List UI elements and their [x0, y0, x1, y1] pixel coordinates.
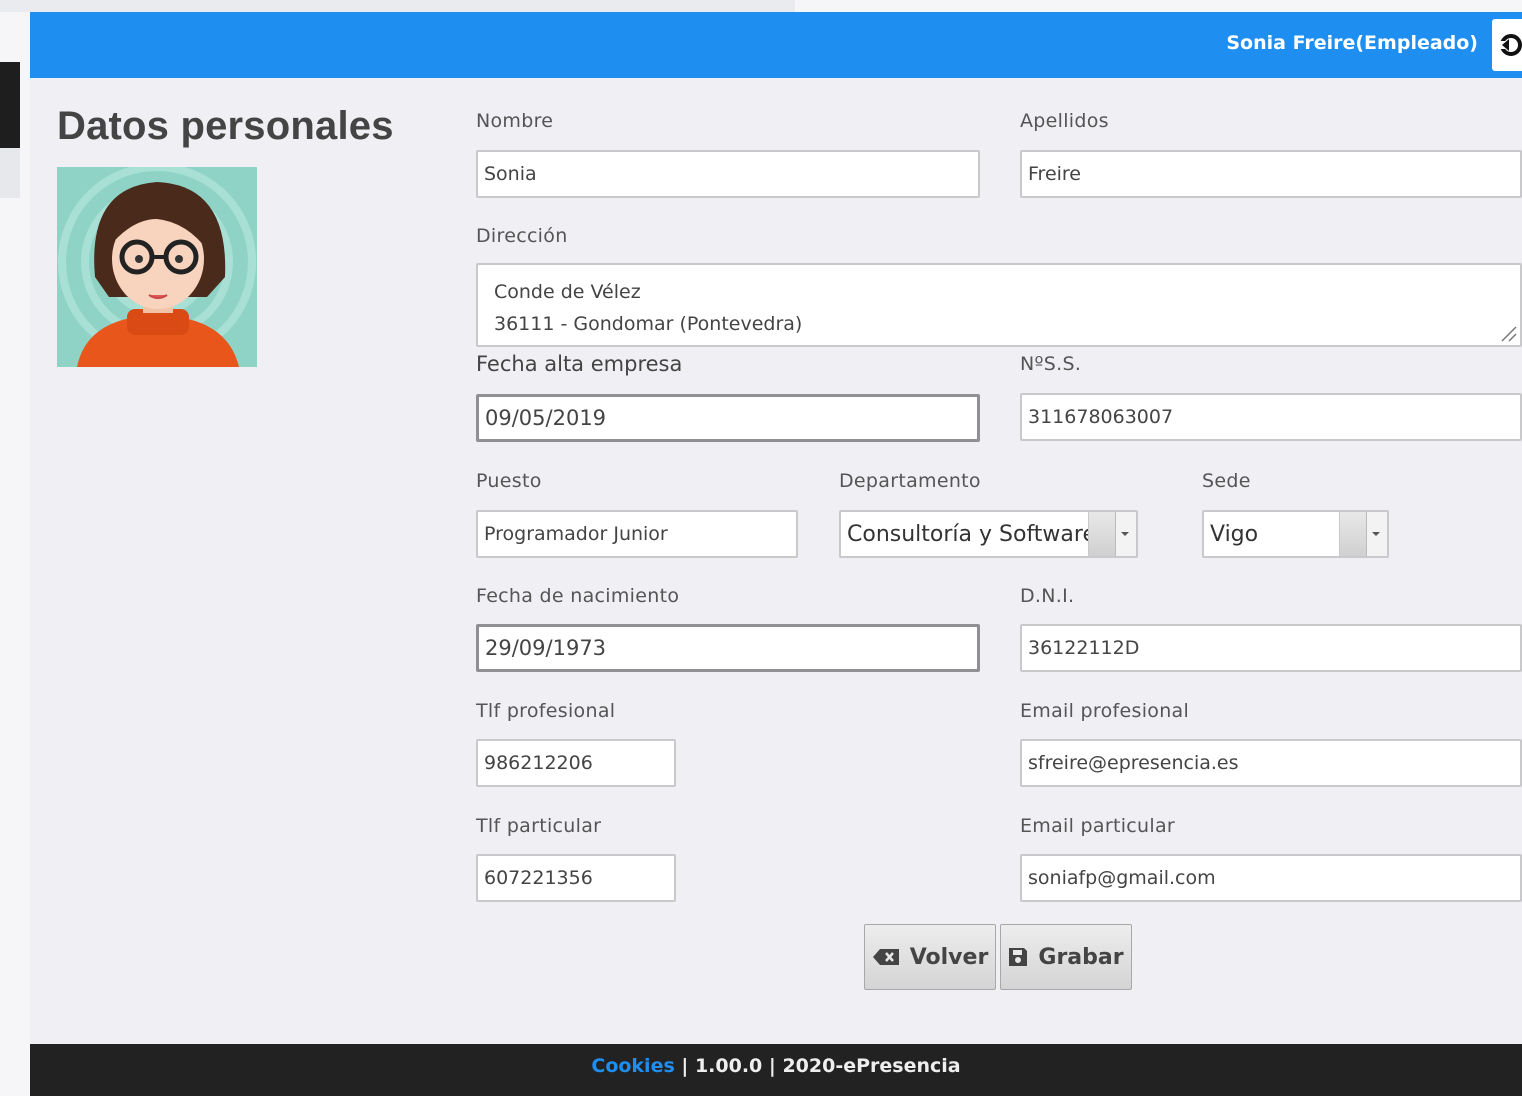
departamento-value: Consultoría y Software: [847, 521, 1088, 547]
grabar-button[interactable]: Grabar: [1000, 924, 1132, 990]
app-window: Sonia Freire(Empleado) Datos personales: [30, 12, 1522, 1096]
grabar-label: Grabar: [1038, 944, 1124, 970]
tlf-profesional-label: Tlf profesional: [476, 700, 616, 722]
top-bar: Sonia Freire(Empleado): [30, 12, 1522, 78]
tlf-particular-label: Tlf particular: [476, 815, 602, 837]
sede-label: Sede: [1202, 470, 1251, 492]
email-particular-input[interactable]: [1020, 854, 1522, 902]
cookies-link[interactable]: Cookies: [591, 1055, 674, 1077]
logout-button[interactable]: [1492, 19, 1522, 71]
direccion-line-1: Conde de Vélez: [494, 281, 641, 303]
nombre-input[interactable]: [476, 150, 980, 198]
avatar: [57, 167, 257, 367]
direccion-textarea[interactable]: Conde de Vélez 36111 - Gondomar (Ponteve…: [476, 263, 1522, 347]
nss-input[interactable]: [1020, 393, 1522, 441]
nombre-label: Nombre: [476, 110, 554, 132]
puesto-input[interactable]: [476, 510, 798, 558]
page-title: Datos personales: [57, 104, 394, 148]
tlf-profesional-input[interactable]: [476, 739, 676, 787]
tlf-particular-input[interactable]: [476, 854, 676, 902]
sede-value: Vigo: [1210, 521, 1259, 547]
background-panel: [0, 148, 20, 198]
logout-icon: [1500, 34, 1522, 56]
footer: Cookies | 1.00.0 | 2020-ePresencia: [30, 1044, 1522, 1096]
departamento-select[interactable]: Consultoría y Software: [839, 510, 1138, 558]
save-icon: [1009, 948, 1028, 966]
select-shade: [1339, 512, 1366, 556]
email-profesional-input[interactable]: [1020, 739, 1522, 787]
chevron-down-icon: [1121, 532, 1129, 536]
sede-select[interactable]: Vigo: [1202, 510, 1389, 558]
direccion-line-2: 36111 - Gondomar (Pontevedra): [494, 313, 803, 335]
dni-input[interactable]: [1020, 624, 1522, 672]
departamento-label: Departamento: [839, 470, 981, 492]
fecha-alta-label: Fecha alta empresa: [476, 352, 683, 376]
volver-label: Volver: [909, 944, 989, 970]
volver-button[interactable]: Volver: [864, 924, 996, 990]
resize-grip-icon[interactable]: [1498, 323, 1518, 343]
dni-label: D.N.I.: [1020, 585, 1075, 607]
email-particular-label: Email particular: [1020, 815, 1176, 837]
background-strip: [0, 0, 795, 12]
email-profesional-label: Email profesional: [1020, 700, 1190, 722]
sede-dropdown-button[interactable]: [1366, 512, 1387, 556]
puesto-label: Puesto: [476, 470, 542, 492]
select-shade: [1088, 512, 1115, 556]
nss-label: NºS.S.: [1020, 353, 1082, 375]
fecha-nacimiento-label: Fecha de nacimiento: [476, 585, 680, 607]
backspace-icon: [872, 949, 899, 965]
fecha-alta-input[interactable]: [476, 394, 980, 442]
footer-version-text: | 1.00.0 | 2020-ePresencia: [681, 1055, 961, 1077]
apellidos-label: Apellidos: [1020, 110, 1109, 132]
user-label: Sonia Freire(Empleado): [1226, 32, 1478, 54]
direccion-label: Dirección: [476, 225, 568, 247]
background-sidebar: [0, 62, 20, 148]
chevron-down-icon: [1372, 532, 1380, 536]
fecha-nacimiento-input[interactable]: [476, 624, 980, 672]
apellidos-input[interactable]: [1020, 150, 1522, 198]
departamento-dropdown-button[interactable]: [1115, 512, 1136, 556]
